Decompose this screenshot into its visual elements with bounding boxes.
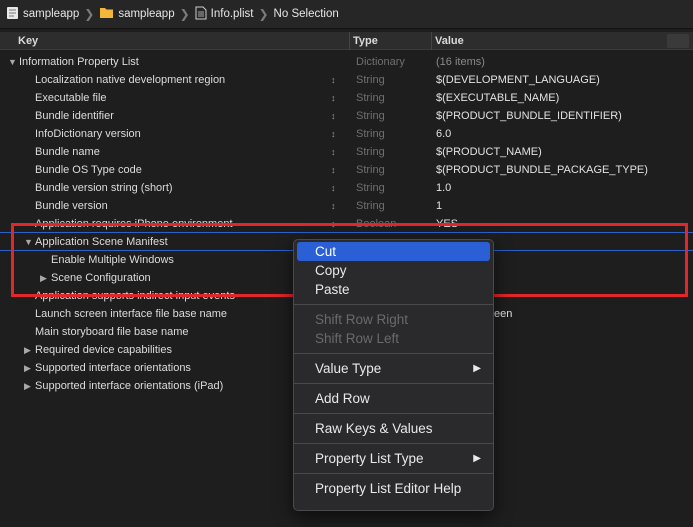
row-value[interactable]: $(DEVELOPMENT_LANGUAGE) [436, 71, 600, 89]
table-row[interactable]: Bundle version ↕ String 1 [0, 197, 693, 215]
row-value[interactable]: $(EXECUTABLE_NAME) [436, 89, 559, 107]
row-value[interactable]: 1 [436, 197, 442, 215]
table-row[interactable]: Bundle identifier ↕ String $(PRODUCT_BUN… [0, 107, 693, 125]
row-type: String [356, 200, 385, 212]
menu-item-property-list-type[interactable]: Property List Type ▶ [294, 449, 493, 468]
row-key: Bundle version [35, 200, 108, 212]
breadcrumb: sampleapp ❯ sampleapp ❯ Info.plist ❯ No … [0, 0, 693, 29]
menu-item-editor-help[interactable]: Property List Editor Help [294, 479, 493, 498]
row-key: Bundle name [35, 146, 100, 158]
breadcrumb-label: No Selection [273, 8, 339, 20]
row-type: String [356, 128, 385, 140]
row-key: Bundle OS Type code [35, 164, 142, 176]
file-icon [195, 6, 207, 23]
disclosure-right-icon[interactable]: ▶ [24, 359, 31, 377]
menu-item-cut[interactable]: Cut [297, 242, 490, 261]
table-row[interactable]: Localization native development region ↕… [0, 71, 693, 89]
column-header-type[interactable]: Type [353, 35, 378, 47]
menu-item-shift-row-left[interactable]: Shift Row Left [294, 329, 493, 348]
row-value[interactable]: een [494, 305, 512, 323]
row-key: InfoDictionary version [35, 128, 141, 140]
column-divider[interactable] [349, 32, 350, 50]
chevron-right-icon: ❯ [179, 7, 190, 21]
row-value[interactable]: 1.0 [436, 179, 451, 197]
row-value[interactable]: $(PRODUCT_NAME) [436, 143, 542, 161]
table-row[interactable]: Bundle OS Type code ↕ String $(PRODUCT_B… [0, 161, 693, 179]
folder-icon [99, 6, 114, 22]
menu-item-copy[interactable]: Copy [294, 261, 493, 280]
menu-item-paste[interactable]: Paste [294, 280, 493, 299]
row-key: Executable file [35, 92, 107, 104]
breadcrumb-folder[interactable]: sampleapp [99, 6, 175, 22]
menu-item-raw-keys-values[interactable]: Raw Keys & Values [294, 419, 493, 438]
menu-item-label: Property List Type [315, 451, 424, 466]
menu-item-shift-row-right[interactable]: Shift Row Right [294, 310, 493, 329]
table-row[interactable]: ▼ Information Property List Dictionary (… [0, 53, 693, 71]
stepper-icon[interactable]: ↕ [331, 161, 336, 179]
row-type: String [356, 74, 385, 86]
menu-item-value-type[interactable]: Value Type ▶ [294, 359, 493, 378]
breadcrumb-file[interactable]: Info.plist [195, 6, 254, 23]
row-type: String [356, 164, 385, 176]
row-key: Bundle identifier [35, 110, 114, 122]
menu-separator [294, 383, 493, 384]
disclosure-down-icon[interactable]: ▼ [8, 53, 17, 71]
menu-item-add-row[interactable]: Add Row [294, 389, 493, 408]
column-header-key[interactable]: Key [18, 35, 38, 47]
breadcrumb-project[interactable]: sampleapp [6, 6, 79, 23]
row-key: Localization native development region [35, 74, 226, 86]
row-key: Main storyboard file base name [35, 326, 189, 338]
disclosure-right-icon[interactable]: ▶ [24, 377, 31, 395]
submenu-arrow-icon: ▶ [473, 453, 481, 464]
row-value[interactable]: 6.0 [436, 125, 451, 143]
row-key: Required device capabilities [35, 344, 172, 356]
row-key: Launch screen interface file base name [35, 308, 228, 320]
menu-separator [294, 443, 493, 444]
column-divider[interactable] [431, 32, 432, 50]
breadcrumb-label: sampleapp [23, 8, 80, 20]
column-header-value[interactable]: Value [435, 35, 464, 47]
project-icon [6, 6, 19, 23]
row-value[interactable]: $(PRODUCT_BUNDLE_IDENTIFIER) [436, 107, 622, 125]
stepper-icon[interactable]: ↕ [331, 143, 336, 161]
stepper-icon[interactable]: ↕ [331, 107, 336, 125]
chevron-right-icon: ❯ [84, 7, 95, 21]
row-type: String [356, 92, 385, 104]
row-value: (16 items) [436, 56, 485, 68]
header-options-button[interactable] [667, 34, 689, 48]
menu-separator [294, 304, 493, 305]
row-key: Supported interface orientations [35, 362, 191, 374]
row-type: String [356, 182, 385, 194]
menu-separator [294, 473, 493, 474]
row-type: Dictionary [356, 56, 405, 68]
row-key: Bundle version string (short) [35, 182, 173, 194]
breadcrumb-label: sampleapp [118, 8, 175, 20]
breadcrumb-selection[interactable]: No Selection [274, 8, 339, 20]
breadcrumb-label: Info.plist [210, 8, 254, 20]
table-row[interactable]: InfoDictionary version ↕ String 6.0 [0, 125, 693, 143]
menu-item-label: Value Type [315, 361, 382, 376]
row-key: Information Property List [19, 56, 139, 68]
stepper-icon[interactable]: ↕ [331, 89, 336, 107]
row-type: String [356, 146, 385, 158]
row-type: String [356, 110, 385, 122]
disclosure-right-icon[interactable]: ▶ [24, 341, 31, 359]
context-menu: Cut Copy Paste Shift Row Right Shift Row… [293, 239, 494, 511]
chevron-right-icon: ❯ [258, 7, 269, 21]
table-row[interactable]: Executable file ↕ String $(EXECUTABLE_NA… [0, 89, 693, 107]
stepper-icon[interactable]: ↕ [331, 197, 336, 215]
submenu-arrow-icon: ▶ [473, 363, 481, 374]
row-value[interactable]: $(PRODUCT_BUNDLE_PACKAGE_TYPE) [436, 161, 648, 179]
stepper-icon[interactable]: ↕ [331, 179, 336, 197]
row-key: Supported interface orientations (iPad) [35, 380, 224, 392]
stepper-icon[interactable]: ↕ [331, 125, 336, 143]
table-row[interactable]: Bundle name ↕ String $(PRODUCT_NAME) [0, 143, 693, 161]
table-row[interactable]: Bundle version string (short) ↕ String 1… [0, 179, 693, 197]
menu-separator [294, 413, 493, 414]
stepper-icon[interactable]: ↕ [331, 71, 336, 89]
menu-separator [294, 353, 493, 354]
column-header: Key Type Value [0, 32, 693, 50]
